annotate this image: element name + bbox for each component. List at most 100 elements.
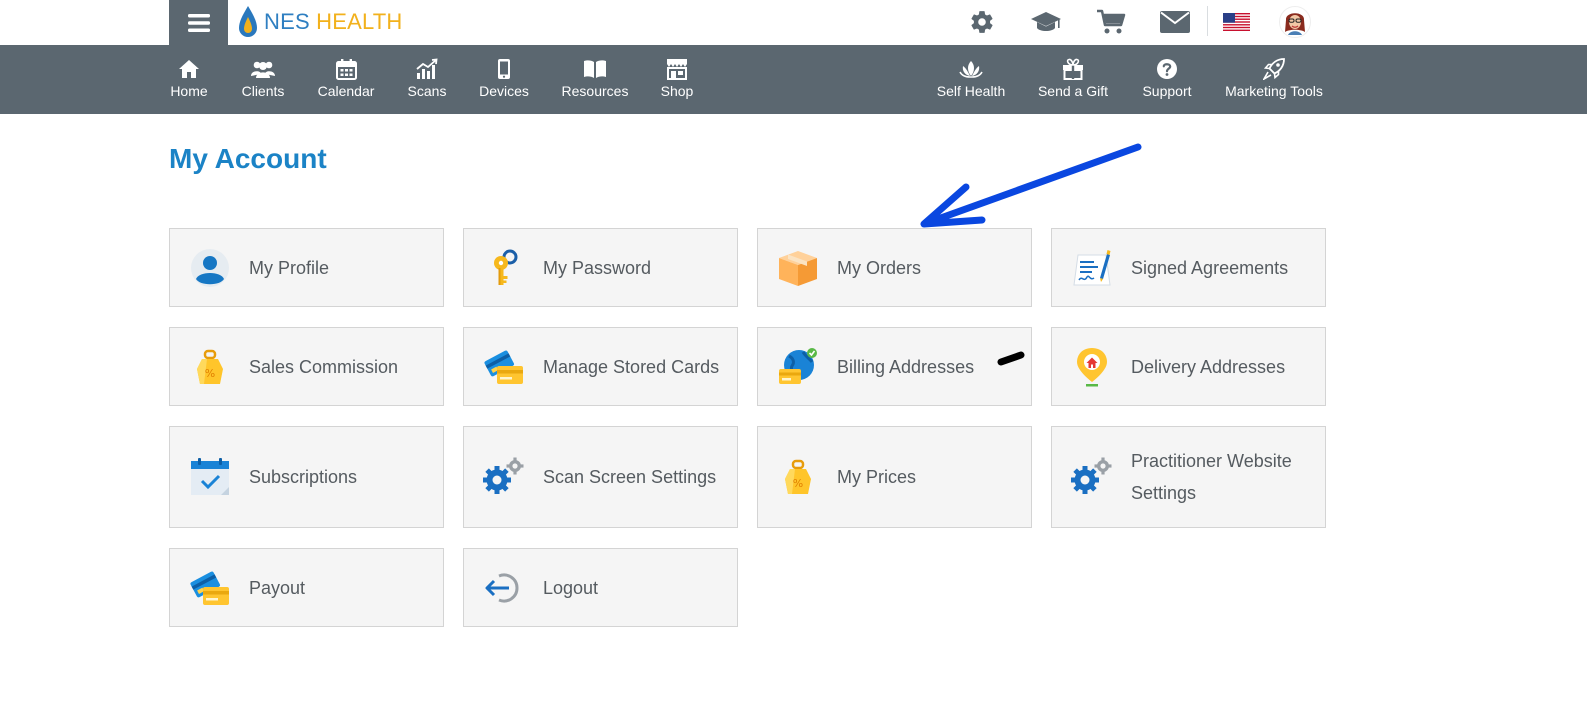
nav-calendar-label: Calendar bbox=[317, 83, 375, 99]
tile-label: Payout bbox=[249, 577, 306, 598]
lotus-icon bbox=[959, 61, 983, 78]
nav-scans-label: Scans bbox=[407, 83, 447, 99]
tile-label: My Profile bbox=[249, 257, 330, 278]
resources-icon bbox=[584, 60, 606, 78]
agreement-icon bbox=[1070, 246, 1114, 290]
calendar-icon bbox=[335, 59, 357, 80]
globe-card-icon bbox=[776, 345, 820, 389]
calendar-check-icon bbox=[188, 455, 232, 499]
shop-icon bbox=[667, 59, 687, 80]
nav-support[interactable]: Support bbox=[1140, 45, 1194, 114]
main-nav: Home Clients Calendar Scans Devices Reso… bbox=[0, 45, 1587, 114]
cart-icon bbox=[1097, 9, 1126, 34]
price-tag-icon: % bbox=[776, 455, 820, 499]
nav-marketing-tools-label: Marketing Tools bbox=[1225, 83, 1323, 99]
annotation-arrow bbox=[920, 143, 1142, 228]
language-button[interactable] bbox=[1219, 6, 1253, 38]
logo-text: NES HEALTH bbox=[264, 9, 403, 35]
tile-label: Practitioner Website Settings bbox=[1131, 451, 1292, 503]
tile-label: Scan Screen Settings bbox=[543, 467, 717, 487]
settings-button[interactable] bbox=[965, 6, 999, 38]
user-avatar[interactable] bbox=[1278, 6, 1312, 38]
tile-signed-agreements[interactable]: Signed Agreements bbox=[1051, 228, 1326, 307]
nav-send-gift[interactable]: Send a Gift bbox=[1037, 45, 1109, 114]
profile-icon bbox=[188, 246, 232, 290]
nav-marketing-tools[interactable]: Marketing Tools bbox=[1224, 45, 1324, 114]
cards-icon bbox=[482, 345, 526, 389]
envelope-icon bbox=[1160, 11, 1190, 33]
nav-resources[interactable]: Resources bbox=[561, 45, 629, 114]
tile-my-orders[interactable]: My Orders bbox=[757, 228, 1032, 307]
nav-calendar[interactable]: Calendar bbox=[316, 45, 376, 114]
svg-text:%: % bbox=[793, 477, 803, 490]
hamburger-icon bbox=[187, 13, 210, 32]
tile-my-password[interactable]: My Password bbox=[463, 228, 738, 307]
gears-icon bbox=[1070, 455, 1114, 499]
tile-label: Billing Addresses bbox=[837, 356, 975, 377]
tile-logout[interactable]: Logout bbox=[463, 548, 738, 627]
tile-label: Subscriptions bbox=[249, 467, 358, 487]
tile-payout[interactable]: Payout bbox=[169, 548, 444, 627]
logo-text-part1: NES bbox=[264, 9, 310, 34]
clients-icon bbox=[251, 61, 275, 78]
logout-icon bbox=[482, 566, 526, 610]
nav-shop-label: Shop bbox=[660, 83, 694, 99]
cards-icon bbox=[188, 566, 232, 610]
tile-label: My Password bbox=[543, 257, 652, 278]
us-flag-icon bbox=[1222, 13, 1250, 31]
scans-icon bbox=[416, 58, 438, 79]
tile-label: Delivery Addresses bbox=[1131, 356, 1286, 377]
nav-shop[interactable]: Shop bbox=[659, 45, 695, 114]
gears-icon bbox=[482, 455, 526, 499]
tile-scan-screen-settings[interactable]: Scan Screen Settings bbox=[463, 426, 738, 528]
tile-my-prices[interactable]: % My Prices bbox=[757, 426, 1032, 528]
hamburger-menu-button[interactable] bbox=[169, 0, 228, 45]
nav-self-health-label: Self Health bbox=[936, 83, 1006, 99]
nav-devices-label: Devices bbox=[479, 83, 529, 99]
tile-practitioner-website-settings[interactable]: Practitioner Website Settings bbox=[1051, 426, 1326, 528]
tile-billing-addresses[interactable]: Billing Addresses bbox=[757, 327, 1032, 406]
box-icon bbox=[776, 246, 820, 290]
cart-button[interactable] bbox=[1094, 6, 1128, 38]
education-button[interactable] bbox=[1029, 6, 1063, 38]
nav-self-health[interactable]: Self Health bbox=[936, 45, 1006, 114]
nav-home[interactable]: Home bbox=[169, 45, 209, 114]
drop-logo-icon bbox=[239, 6, 257, 37]
tile-subscriptions[interactable]: Subscriptions bbox=[169, 426, 444, 528]
nav-home-label: Home bbox=[170, 83, 208, 99]
page-title: My Account bbox=[169, 143, 327, 174]
logo-text-part2: HEALTH bbox=[316, 9, 403, 34]
tile-delivery-addresses[interactable]: Delivery Addresses bbox=[1051, 327, 1326, 406]
top-bar: NES HEALTH bbox=[0, 0, 1587, 45]
location-pin-icon bbox=[1070, 345, 1114, 389]
nes-health-logo[interactable]: NES HEALTH bbox=[238, 4, 403, 40]
messages-button[interactable] bbox=[1158, 6, 1192, 38]
avatar-icon bbox=[1279, 6, 1311, 38]
tile-label: Sales Commission bbox=[249, 356, 399, 377]
tile-label: My Prices bbox=[837, 467, 917, 487]
graduation-cap-icon bbox=[1031, 12, 1061, 31]
tile-my-profile[interactable]: My Profile bbox=[169, 228, 444, 307]
rocket-icon bbox=[1263, 58, 1285, 80]
key-icon bbox=[482, 246, 526, 290]
devices-icon bbox=[498, 59, 510, 79]
nav-scans[interactable]: Scans bbox=[405, 45, 449, 114]
gift-icon bbox=[1063, 58, 1083, 80]
gear-icon bbox=[971, 11, 993, 33]
top-divider bbox=[1207, 6, 1208, 36]
tile-label: Manage Stored Cards bbox=[543, 356, 720, 377]
tile-label: Logout bbox=[543, 577, 599, 598]
nav-support-label: Support bbox=[1142, 83, 1192, 99]
nav-devices[interactable]: Devices bbox=[479, 45, 529, 114]
nav-clients[interactable]: Clients bbox=[240, 45, 286, 114]
nav-clients-label: Clients bbox=[241, 83, 285, 99]
support-icon bbox=[1157, 59, 1177, 79]
tile-sales-commission[interactable]: % Sales Commission bbox=[169, 327, 444, 406]
nav-send-gift-label: Send a Gift bbox=[1037, 83, 1109, 99]
home-icon bbox=[179, 60, 199, 78]
nav-resources-label: Resources bbox=[561, 83, 629, 99]
tile-label: Signed Agreements bbox=[1131, 257, 1289, 278]
svg-text:%: % bbox=[205, 367, 215, 380]
tile-manage-stored-cards[interactable]: Manage Stored Cards bbox=[463, 327, 738, 406]
tile-label: My Orders bbox=[837, 257, 922, 278]
